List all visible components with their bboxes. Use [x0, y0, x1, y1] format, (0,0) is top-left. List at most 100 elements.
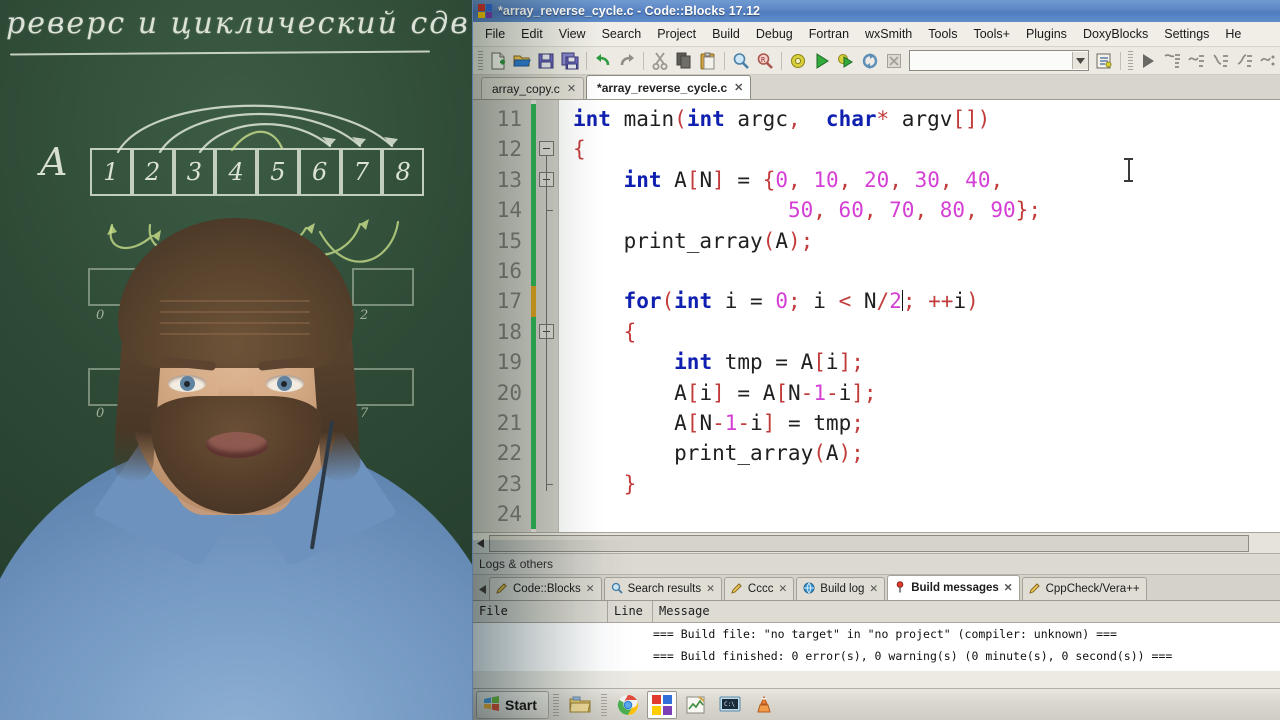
- log-tab-code-blocks[interactable]: Code::Blocks ✕: [489, 577, 602, 600]
- menu-item-settings[interactable]: Settings: [1156, 24, 1217, 44]
- code-line[interactable]: print_array(A);: [559, 226, 1280, 256]
- fold-row[interactable]: [536, 256, 558, 286]
- cut-icon[interactable]: [649, 50, 671, 72]
- fold-row[interactable]: [536, 499, 558, 529]
- toolbar-grip[interactable]: [1128, 50, 1133, 71]
- editor-horizontal-scrollbar[interactable]: [473, 533, 1280, 554]
- log-tab-cccc[interactable]: Cccc ✕: [723, 577, 795, 600]
- menu-item-file[interactable]: File: [477, 24, 513, 44]
- log-tab-cppcheck-vera-[interactable]: CppCheck/Vera++: [1021, 577, 1147, 600]
- code-line[interactable]: 50, 60, 70, 80, 90};: [559, 195, 1280, 225]
- build-message-row[interactable]: === Build file: "no target" in "no proje…: [473, 623, 1280, 645]
- new-file-icon[interactable]: [487, 50, 509, 72]
- debug-continue-icon[interactable]: [1137, 50, 1159, 72]
- undo-icon[interactable]: [592, 50, 614, 72]
- editor-tab-inactive[interactable]: array_copy.c ✕: [481, 77, 585, 99]
- menu-item-debug[interactable]: Debug: [748, 24, 801, 44]
- code-line[interactable]: A[N-1-i] = tmp;: [559, 408, 1280, 438]
- code-line[interactable]: [559, 499, 1280, 529]
- replace-icon[interactable]: R: [754, 50, 776, 72]
- vlc-icon[interactable]: [749, 691, 779, 719]
- copy-icon[interactable]: [673, 50, 695, 72]
- codeblocks-icon[interactable]: [646, 690, 677, 719]
- notepad-icon[interactable]: [681, 691, 711, 719]
- fold-row[interactable]: [536, 104, 558, 134]
- explorer-icon[interactable]: [565, 691, 595, 719]
- code-line[interactable]: [559, 256, 1280, 286]
- terminal-icon[interactable]: C:\: [715, 691, 745, 719]
- save-icon[interactable]: [535, 50, 557, 72]
- code-line[interactable]: {: [559, 317, 1280, 347]
- paste-icon[interactable]: [697, 50, 719, 72]
- debug-run-to-cursor-icon[interactable]: [1161, 50, 1183, 72]
- menu-item-project[interactable]: Project: [649, 24, 704, 44]
- chevron-down-icon[interactable]: [1072, 52, 1088, 69]
- code-line[interactable]: int A[N] = {0, 10, 20, 30, 40,: [559, 165, 1280, 195]
- code-folding-gutter[interactable]: [536, 100, 559, 532]
- build-message-row[interactable]: === Build finished: 0 error(s), 0 warnin…: [473, 645, 1280, 667]
- debug-step-out-icon[interactable]: [1233, 50, 1255, 72]
- start-button[interactable]: Start: [476, 690, 549, 719]
- build-targets-icon[interactable]: [1093, 50, 1115, 72]
- menu-item-wxsmith[interactable]: wxSmith: [857, 24, 920, 44]
- rebuild-icon[interactable]: [859, 50, 881, 72]
- abort-icon[interactable]: [883, 50, 905, 72]
- code-line[interactable]: A[i] = A[N-1-i];: [559, 378, 1280, 408]
- menu-item-edit[interactable]: Edit: [513, 24, 551, 44]
- close-icon[interactable]: ✕: [734, 81, 743, 94]
- menu-item-plugins[interactable]: Plugins: [1018, 24, 1075, 44]
- save-all-icon[interactable]: [559, 50, 581, 72]
- code-text-area[interactable]: int main(int argc, char* argv[]){ int A[…: [559, 100, 1280, 532]
- menu-item-fortran[interactable]: Fortran: [801, 24, 857, 44]
- code-line[interactable]: }: [559, 469, 1280, 499]
- logs-tab-scroll-left-icon[interactable]: [475, 578, 489, 600]
- editor-tab-active[interactable]: *array_reverse_cycle.c ✕: [586, 75, 752, 99]
- menu-item-tools[interactable]: Tools: [920, 24, 965, 44]
- code-line[interactable]: int main(int argc, char* argv[]): [559, 104, 1280, 134]
- code-line[interactable]: print_array(A);: [559, 438, 1280, 468]
- menu-item-search[interactable]: Search: [594, 24, 650, 44]
- close-icon[interactable]: ✕: [778, 583, 787, 595]
- code-line[interactable]: {: [559, 134, 1280, 164]
- toolbar-grip[interactable]: [478, 50, 483, 71]
- close-icon[interactable]: ✕: [567, 82, 576, 95]
- run-icon[interactable]: [811, 50, 833, 72]
- find-icon[interactable]: [730, 50, 752, 72]
- fold-row[interactable]: [536, 347, 558, 377]
- build-target-combo[interactable]: [909, 50, 1089, 71]
- build-icon[interactable]: [787, 50, 809, 72]
- taskbar-grip[interactable]: [600, 693, 607, 716]
- fold-row[interactable]: [536, 408, 558, 438]
- fold-row[interactable]: [536, 438, 558, 468]
- taskbar-grip[interactable]: [552, 693, 559, 716]
- open-file-icon[interactable]: [511, 50, 533, 72]
- build-messages-list[interactable]: === Build file: "no target" in "no proje…: [473, 623, 1280, 671]
- column-header-file[interactable]: File: [473, 601, 608, 622]
- debug-next-instruction-icon[interactable]: [1257, 50, 1279, 72]
- column-header-message[interactable]: Message: [653, 601, 1280, 622]
- column-header-line[interactable]: Line: [608, 601, 653, 622]
- close-icon[interactable]: ✕: [586, 583, 595, 595]
- fold-row[interactable]: [536, 378, 558, 408]
- menu-item-build[interactable]: Build: [704, 24, 748, 44]
- menu-item-he[interactable]: He: [1217, 24, 1249, 44]
- fold-row[interactable]: [536, 286, 558, 316]
- log-tab-search-results[interactable]: Search results ✕: [603, 577, 722, 600]
- close-icon[interactable]: ✕: [869, 583, 878, 595]
- code-line[interactable]: int tmp = A[i];: [559, 347, 1280, 377]
- close-icon[interactable]: ✕: [1004, 582, 1013, 594]
- close-icon[interactable]: ✕: [706, 583, 715, 595]
- menu-item-doxyblocks[interactable]: DoxyBlocks: [1075, 24, 1156, 44]
- window-titlebar[interactable]: *array_reverse_cycle.c - Code::Blocks 17…: [473, 0, 1280, 22]
- log-tab-build-log[interactable]: Build log ✕: [796, 577, 886, 600]
- menu-item-view[interactable]: View: [551, 24, 594, 44]
- redo-icon[interactable]: [616, 50, 638, 72]
- chrome-icon[interactable]: [613, 691, 643, 719]
- scroll-left-icon[interactable]: [473, 535, 488, 551]
- code-editor[interactable]: 11 12 13 14 15 16 17 18 19 20 21 22 23 24 int main(in…: [473, 100, 1280, 533]
- fold-row[interactable]: [536, 226, 558, 256]
- scrollbar-thumb[interactable]: [489, 534, 1249, 552]
- menu-item-tools-[interactable]: Tools+: [965, 24, 1017, 44]
- code-line[interactable]: for(int i = 0; i < N/2; ++i): [559, 286, 1280, 316]
- build-and-run-icon[interactable]: [835, 50, 857, 72]
